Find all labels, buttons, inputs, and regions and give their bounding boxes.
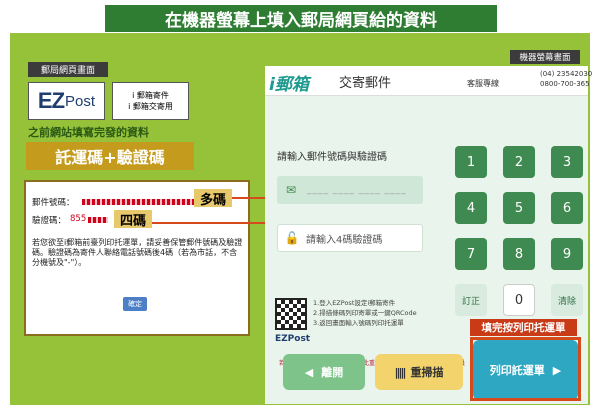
step-1: 1.登入EZPost設定i郵箱寄件 — [313, 299, 396, 307]
kiosk-title: 交寄郵件 — [339, 76, 392, 91]
lock-icon: 🔓 — [284, 231, 300, 245]
rescan-label: 重掃描 — [410, 366, 444, 379]
logo-ez: EZ — [37, 88, 65, 113]
verify-code-label: 驗證碼： — [32, 216, 67, 226]
mail-code-input[interactable]: ✉ ____ ____ ____ ____ — [277, 176, 423, 204]
step-2: 2.掃描條碼列印寄單或一鍵QRCode — [313, 309, 417, 317]
verify-code-prefix: 855 — [70, 214, 87, 224]
callout-four: 四碼 — [114, 210, 152, 229]
verify-code-input[interactable]: 🔓 請輸入4碼驗證碼 — [277, 224, 423, 252]
key-2[interactable]: 2 — [503, 146, 535, 178]
service-label: 客服專線 — [467, 79, 499, 88]
web-section-label: 郵局網頁畫面 — [28, 62, 108, 77]
key-7[interactable]: 7 — [455, 238, 487, 270]
caption-previous-data: 之前網站填寫完發的資料 — [28, 126, 149, 139]
mail-code-placeholder: ____ ____ ____ ____ — [307, 185, 407, 195]
ezpost-small-logo: EZPost — [275, 334, 311, 344]
verify-code-redacted — [88, 217, 108, 223]
key-9[interactable]: 9 — [551, 238, 583, 270]
mail-code-label: 郵件號碼： — [32, 198, 75, 208]
print-highlight-frame — [470, 337, 581, 401]
ezpost-logo: EZ Post — [28, 82, 105, 120]
key-clear[interactable]: 清除 — [551, 284, 583, 316]
notice-text: 若您欲至i郵箱前臺列印托運單，請妥善保管郵件號碼及驗證碼。驗證碼為寄件人聯絡電話… — [32, 238, 243, 267]
kiosk-section-label: 機器螢幕畫面 — [510, 50, 580, 64]
key-correct[interactable]: 訂正 — [455, 284, 487, 316]
ok-button[interactable]: 確定 — [123, 297, 147, 311]
phone-1: (04) 23542030 — [540, 70, 593, 78]
callout-print-hint: 填完按列印托運單 — [470, 319, 577, 336]
envelope-icon: ✉ — [285, 183, 297, 197]
kiosk-logo: i郵箱 — [269, 75, 309, 95]
rescan-button[interactable]: ||||| 重掃描 — [375, 354, 463, 390]
key-8[interactable]: 8 — [503, 238, 535, 270]
leave-label: 離開 — [321, 366, 344, 379]
phone-2: 0800-700-365 — [540, 80, 590, 88]
left-arrow-icon: ◀ — [304, 365, 314, 379]
key-5[interactable]: 5 — [503, 192, 535, 224]
arrow-line-four — [152, 222, 276, 224]
menu-line-2: i 郵箱交寄用 — [128, 102, 173, 111]
imailbox-menu-button[interactable]: i 郵箱寄件 i 郵箱交寄用 — [112, 82, 189, 120]
menu-line-1: i 郵箱寄件 — [132, 91, 169, 100]
kiosk-header: i郵箱 交寄郵件 客服專線 (04) 23542030 0800-700-365 — [265, 66, 592, 96]
logo-post: Post — [65, 92, 96, 110]
instruction-steps: 1.登入EZPost設定i郵箱寄件 2.掃描條碼列印寄單或一鍵QRCode 3.… — [313, 298, 417, 328]
callout-multi: 多碼 — [194, 189, 232, 208]
code-badge: 託運碼+驗證碼 — [26, 142, 194, 170]
service-phones: (04) 23542030 0800-700-365 — [540, 69, 592, 89]
banner-title: 在機器螢幕上填入郵局網頁給的資料 — [105, 5, 497, 32]
qr-code — [275, 298, 307, 330]
prompt-mail: 請輸入郵件號碼與驗證碼 — [277, 152, 387, 163]
leave-button[interactable]: ◀ 離開 — [283, 354, 365, 390]
barcode-icon: ||||| — [394, 365, 406, 379]
key-4[interactable]: 4 — [455, 192, 487, 224]
key-6[interactable]: 6 — [551, 192, 583, 224]
mail-code-redacted — [82, 199, 200, 205]
key-0[interactable]: 0 — [503, 284, 535, 316]
step-3: 3.返回畫面輸入號碼列印托運單 — [313, 319, 404, 327]
key-3[interactable]: 3 — [551, 146, 583, 178]
prompt-verify: 請輸入4碼驗證碼 — [306, 234, 383, 246]
key-1[interactable]: 1 — [455, 146, 487, 178]
